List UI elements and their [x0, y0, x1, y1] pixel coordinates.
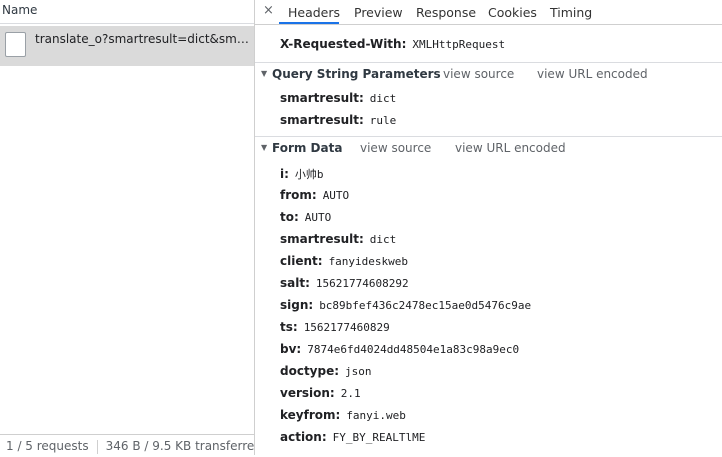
request-count: 1 / 5 requests — [6, 439, 89, 453]
form-field-row: from: AUTO — [280, 188, 349, 202]
document-icon — [5, 32, 26, 57]
form-field-row: sign: bc89bfef436c2478ec15ae0d5476c9ae — [280, 298, 531, 312]
query-string-section-header[interactable]: ▼ Query String Parameters view source vi… — [255, 62, 722, 86]
section-title: Query String Parameters — [272, 67, 441, 81]
request-details-panel: × Headers Preview Response Cookies Timin… — [255, 0, 722, 455]
header-key: X-Requested-With: — [280, 37, 407, 51]
transfer-size: 346 B / 9.5 KB transferred — [105, 439, 262, 453]
form-field-row: bv: 7874e6fd4024dd48504e1a83c98a9ec0 — [280, 342, 519, 356]
close-icon[interactable]: × — [263, 3, 274, 18]
field-key: action: — [280, 430, 327, 444]
name-column-header[interactable]: Name — [0, 0, 254, 24]
query-param-row: smartresult: dict — [280, 91, 396, 105]
view-url-encoded-link[interactable]: view URL encoded — [537, 67, 648, 81]
field-key: i: — [280, 167, 289, 181]
field-value: 小帅b — [294, 168, 324, 181]
form-data-section-header[interactable]: ▼ Form Data view source view URL encoded — [255, 136, 722, 160]
field-key: salt: — [280, 276, 310, 290]
field-key: smartresult: — [280, 232, 364, 246]
form-field-row: doctype: json — [280, 364, 372, 378]
details-tabbar: × Headers Preview Response Cookies Timin… — [255, 0, 722, 25]
field-value: AUTO — [322, 189, 350, 202]
param-value: dict — [369, 92, 397, 105]
field-value: 7874e6fd4024dd48504e1a83c98a9ec0 — [307, 343, 520, 356]
field-value: 1562177460829 — [303, 321, 390, 334]
view-source-link[interactable]: view source — [443, 67, 514, 81]
form-field-row: ts: 1562177460829 — [280, 320, 390, 334]
collapse-triangle-icon[interactable]: ▼ — [261, 143, 267, 152]
active-tab-indicator — [279, 22, 339, 24]
field-key: sign: — [280, 298, 314, 312]
field-key: keyfrom: — [280, 408, 341, 422]
param-key: smartresult: — [280, 113, 364, 127]
field-value: fanyideskweb — [328, 255, 409, 268]
status-divider — [96, 439, 98, 454]
field-value: 2.1 — [340, 387, 361, 400]
field-key: ts: — [280, 320, 298, 334]
field-value: dict — [369, 233, 397, 246]
view-source-link[interactable]: view source — [360, 141, 431, 155]
tab-timing[interactable]: Timing — [550, 5, 592, 20]
field-key: client: — [280, 254, 323, 268]
tab-preview[interactable]: Preview — [354, 5, 403, 20]
param-key: smartresult: — [280, 91, 364, 105]
form-field-row: keyfrom: fanyi.web — [280, 408, 406, 422]
header-row: X-Requested-With: XMLHttpRequest — [280, 37, 505, 51]
form-field-row: smartresult: dict — [280, 232, 396, 246]
collapse-triangle-icon[interactable]: ▼ — [261, 69, 267, 78]
field-value: fanyi.web — [346, 409, 406, 422]
form-field-row: i: 小帅b — [280, 166, 324, 182]
field-value: AUTO — [304, 211, 332, 224]
field-value: FY_BY_REALTlME — [332, 431, 426, 444]
tab-cookies[interactable]: Cookies — [488, 5, 537, 20]
form-field-row: version: 2.1 — [280, 386, 361, 400]
field-key: from: — [280, 188, 317, 202]
request-name: translate_o?smartresult=dict&smartrule — [35, 32, 250, 46]
field-key: to: — [280, 210, 299, 224]
view-url-encoded-link[interactable]: view URL encoded — [455, 141, 566, 155]
field-key: version: — [280, 386, 335, 400]
param-value: rule — [369, 114, 397, 127]
status-bar: 1 / 5 requests 346 B / 9.5 KB transferred — [0, 434, 262, 455]
tab-headers[interactable]: Headers — [288, 5, 340, 20]
field-value: bc89bfef436c2478ec15ae0d5476c9ae — [319, 299, 532, 312]
field-key: bv: — [280, 342, 302, 356]
field-key: doctype: — [280, 364, 340, 378]
section-title: Form Data — [272, 141, 343, 155]
form-field-row: client: fanyideskweb — [280, 254, 408, 268]
request-list-panel: Name translate_o?smartresult=dict&smartr… — [0, 0, 262, 455]
field-value: json — [345, 365, 372, 378]
form-field-row: action: FY_BY_REALTlME — [280, 430, 425, 444]
headers-content: X-Requested-With: XMLHttpRequest ▼ Query … — [255, 25, 722, 455]
request-row[interactable]: translate_o?smartresult=dict&smartrule — [0, 26, 254, 66]
form-field-row: to: AUTO — [280, 210, 331, 224]
form-field-row: salt: 15621774608292 — [280, 276, 409, 290]
query-param-row: smartresult: rule — [280, 113, 396, 127]
tab-response[interactable]: Response — [416, 5, 476, 20]
field-value: 15621774608292 — [315, 277, 409, 290]
header-value: XMLHttpRequest — [412, 38, 506, 51]
